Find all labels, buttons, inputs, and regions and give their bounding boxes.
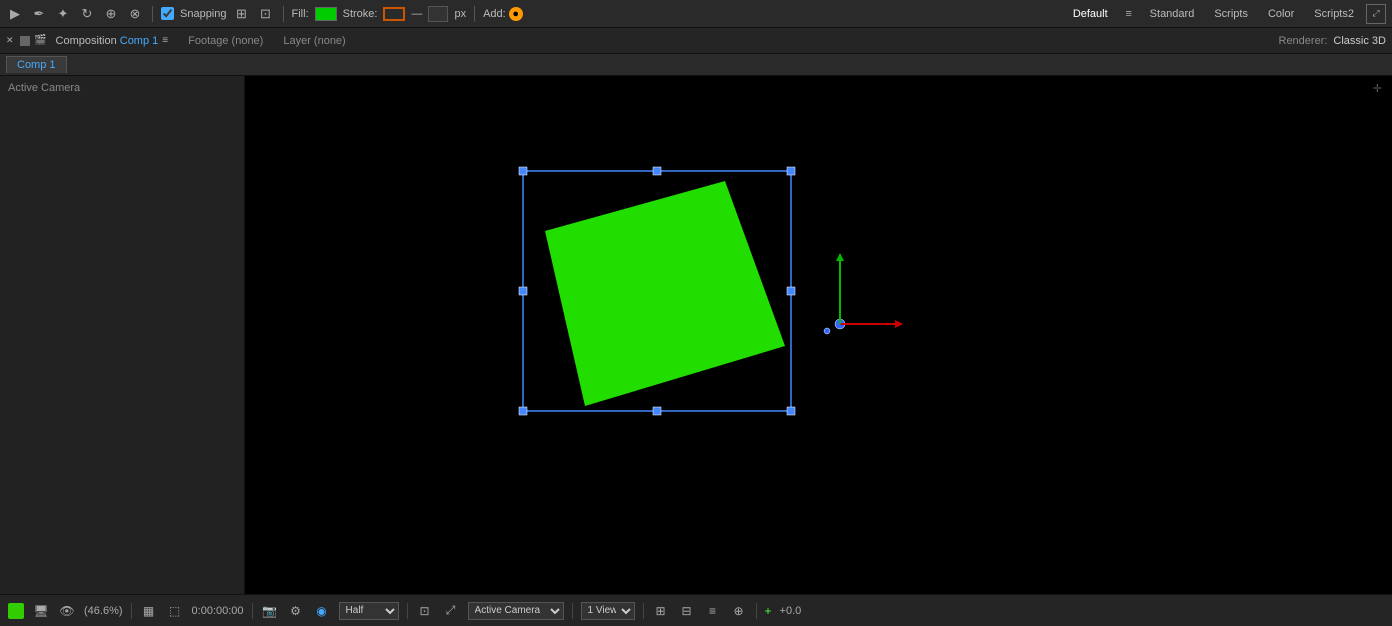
bottom-icon-expand[interactable]: ⤢ (442, 602, 460, 620)
stroke-swatch[interactable] (383, 7, 405, 21)
bottom-icon-settings[interactable]: ⚙ (287, 602, 305, 620)
add-circle-icon: ● (509, 7, 523, 21)
bottom-icon-layers[interactable]: ⊕ (730, 602, 748, 620)
tool-anchor[interactable]: ⊗ (126, 5, 144, 23)
handle-bm[interactable] (653, 407, 661, 415)
comp-tab[interactable]: Comp 1 (6, 56, 67, 73)
nav-tab-scripts2[interactable]: Scripts2 (1306, 6, 1362, 22)
axis-z-dot (824, 328, 830, 334)
bottom-icon-camera-snap[interactable]: 📷 (261, 602, 279, 620)
bottom-icon-safe[interactable]: ⊟ (678, 602, 696, 620)
nav-tab-color[interactable]: Color (1260, 6, 1302, 22)
sep-b1 (131, 603, 132, 619)
green-shape[interactable] (545, 181, 785, 406)
camera-dropdown[interactable]: Active Camera (468, 602, 564, 620)
composition-label: Composition (56, 35, 117, 47)
nav-tab-default-menu[interactable]: ≡ (1120, 5, 1138, 23)
comp-menu-icon[interactable]: ≡ (162, 35, 168, 46)
fill-swatch[interactable] (315, 7, 337, 21)
handle-mr[interactable] (787, 287, 795, 295)
nav-tab-default[interactable]: Default (1065, 6, 1116, 22)
cursor-indicator: ✛ (1373, 82, 1382, 95)
sep-b3 (407, 603, 408, 619)
bottom-icon-eye[interactable]: 👁 (58, 602, 76, 620)
handle-bl[interactable] (519, 407, 527, 415)
bottom-icon-monitor[interactable]: 🖥 (32, 602, 50, 620)
bottom-icon-chart[interactable]: ≡ (704, 602, 722, 620)
renderer-label: Renderer: (1279, 35, 1328, 47)
stroke-label: Stroke: (343, 8, 378, 20)
axis-x-arrow (895, 320, 903, 328)
snapping-label: Snapping (180, 8, 227, 20)
viewport-svg (245, 76, 1392, 594)
active-camera-label: Active Camera (0, 76, 244, 100)
sep3 (474, 6, 475, 22)
handle-ml[interactable] (519, 287, 527, 295)
tool-pen[interactable]: ✒ (30, 5, 48, 23)
handle-tm[interactable] (653, 167, 661, 175)
nav-tab-scripts[interactable]: Scripts (1206, 6, 1256, 22)
stroke-dash: — (411, 8, 422, 20)
fill-label: Fill: (292, 8, 309, 20)
tool-rotate1[interactable]: ↻ (78, 5, 96, 23)
comp-icon-square (20, 36, 30, 46)
plus-number: +0.0 (780, 605, 802, 617)
sep1 (152, 6, 153, 22)
snap-icon1[interactable]: ⊞ (233, 5, 251, 23)
px-label: px (454, 8, 466, 20)
tool-rotate2[interactable]: ⊕ (102, 5, 120, 23)
comp-icon-camera: 🎬 (34, 34, 48, 48)
comp-background (245, 76, 1392, 594)
view-dropdown[interactable]: 1 View 2 Views 4 Views (581, 602, 635, 620)
quality-dropdown[interactable]: Half Full Third Quarter (339, 602, 399, 620)
nav-tabs: Default ≡ Standard Scripts Color Scripts… (1065, 4, 1386, 24)
handle-tr[interactable] (787, 167, 795, 175)
add-label: Add: (483, 8, 506, 20)
renderer-area: Renderer: Classic 3D (1279, 35, 1387, 47)
sep-b4 (572, 603, 573, 619)
nav-tab-standard[interactable]: Standard (1142, 6, 1203, 22)
add-button[interactable]: Add: ● (483, 7, 523, 21)
expand-workspace-icon[interactable]: ⤢ (1366, 4, 1386, 24)
bottom-icon-fit[interactable]: ⊡ (416, 602, 434, 620)
bottom-icon-color[interactable]: ◉ (313, 602, 331, 620)
sep2 (283, 6, 284, 22)
viewport[interactable]: ✛ (245, 76, 1392, 594)
timecode: 0:00:00:00 (192, 605, 244, 617)
sep-b6 (756, 603, 757, 619)
bottom-icon-grid[interactable]: ▦ (140, 602, 158, 620)
sep-b5 (643, 603, 644, 619)
main-content: Active Camera (0, 76, 1392, 594)
handle-tl[interactable] (519, 167, 527, 175)
zoom-level[interactable]: (46.6%) (84, 605, 123, 617)
bottom-icon-frame[interactable]: ⬚ (166, 602, 184, 620)
handle-br[interactable] (787, 407, 795, 415)
axis-y-arrow (836, 253, 844, 261)
sep-b2 (252, 603, 253, 619)
footage-label: Footage (none) (188, 35, 263, 47)
top-toolbar: ▶ ✒ ✦ ↻ ⊕ ⊗ Snapping ⊞ ⊡ Fill: Stroke: —… (0, 0, 1392, 28)
comp-name: Comp 1 (120, 35, 159, 47)
renderer-value[interactable]: Classic 3D (1333, 35, 1386, 47)
snap-icon2[interactable]: ⊡ (257, 5, 275, 23)
stroke-px-input[interactable] (428, 6, 448, 22)
plus-value: + (765, 604, 772, 618)
bottom-toolbar: 🖥 👁 (46.6%) ▦ ⬚ 0:00:00:00 📷 ⚙ ◉ Half Fu… (0, 594, 1392, 626)
comp-tab-row: Comp 1 (0, 54, 1392, 76)
tool-arrow[interactable]: ▶ (6, 5, 24, 23)
snapping-checkbox[interactable] (161, 7, 174, 20)
layer-label: Layer (none) (283, 35, 345, 47)
comp-icons: ✕ 🎬 (6, 34, 48, 48)
tool-star[interactable]: ✦ (54, 5, 72, 23)
comp-tabs-bar: ✕ 🎬 Composition Comp 1 ≡ Footage (none) … (0, 28, 1392, 54)
bottom-icon-square[interactable] (8, 603, 24, 619)
left-panel: Active Camera (0, 76, 245, 594)
bottom-icon-grid2[interactable]: ⊞ (652, 602, 670, 620)
close-icon[interactable]: ✕ (6, 35, 14, 46)
